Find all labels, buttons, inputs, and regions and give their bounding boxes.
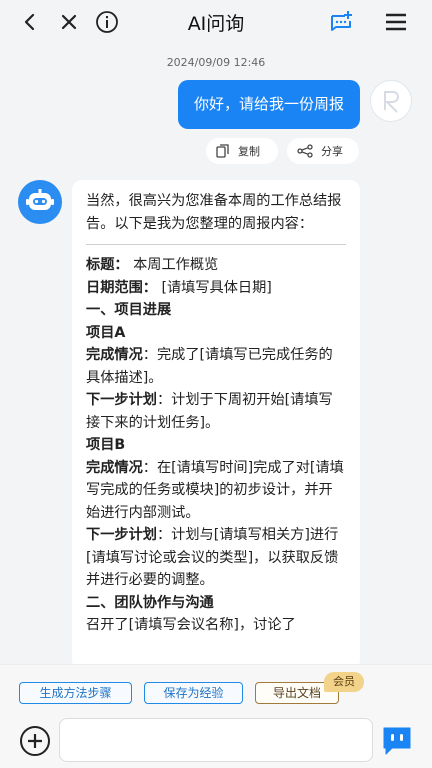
save-experience-button[interactable]: 保存为经验 [144, 682, 243, 704]
new-chat-icon[interactable] [328, 9, 354, 35]
info-icon[interactable] [95, 10, 119, 34]
report-line: 一、项目进展 [86, 299, 346, 322]
copy-label: 复制 [238, 145, 260, 158]
report-line: 召开了[请填写会议名称]，讨论了 [86, 614, 346, 637]
share-icon [297, 144, 313, 158]
report-line-heading: 完成情况 [86, 347, 143, 363]
robot-icon [26, 189, 54, 210]
report-content: 标题： 本周工作概览 日期范围： [请填写具体日期] 一、项目进展 项目A 完成情况：完… [86, 254, 346, 637]
bot-intro-text: 当然，很高兴为您准备本周的工作总结报告。以下是我为您整理的周报内容： [86, 193, 342, 232]
generate-steps-button[interactable]: 生成方法步骤 [19, 682, 132, 704]
divider [86, 244, 346, 245]
report-line-heading: 下一步计划 [86, 527, 157, 543]
report-line: 完成情况：完成了[请填写已完成任务的具体描述]。 [86, 344, 346, 389]
copy-button[interactable]: 复制 [206, 138, 278, 164]
message-timestamp: 2024/09/09 12:46 [166, 56, 266, 69]
copy-icon [216, 144, 229, 158]
user-message-bubble: 你好，请给我一份周报 [177, 80, 360, 129]
report-line: 下一步计划：计划于下周初开始[请填写接下来的计划任务]。 [86, 389, 346, 434]
report-line-heading: 一、项目进展 [86, 302, 172, 318]
vip-badge: 会员 [324, 672, 364, 692]
report-line: 项目A [86, 322, 346, 345]
add-attachment-button[interactable] [19, 725, 51, 757]
menu-icon[interactable] [384, 10, 408, 34]
user-avatar [370, 80, 412, 122]
top-bar: AI问询 [0, 0, 432, 44]
report-line: 日期范围： [请填写具体日期] [86, 277, 346, 300]
chat-send-icon [383, 727, 411, 755]
report-line-heading: 项目A [86, 324, 126, 341]
report-line: 二、团队协作与沟通 [86, 592, 346, 615]
report-line-heading: 下一步计划 [86, 392, 157, 408]
send-button[interactable] [380, 723, 414, 757]
report-line: 下一步计划：计划与[请填写相关方]进行[请填写讨论或会议的类型]，以获取反馈并进… [86, 524, 346, 592]
report-line: 标题： 本周工作概览 [86, 254, 346, 277]
share-button[interactable]: 分享 [287, 138, 359, 164]
share-label: 分享 [321, 145, 343, 158]
bot-message-bubble: 当然，很高兴为您准备本周的工作总结报告。以下是我为您整理的周报内容： 标题： 本… [72, 180, 360, 670]
report-line-heading: 完成情况 [86, 459, 143, 476]
report-line: 项目B [86, 434, 346, 457]
report-line-heading: 日期范围： [86, 279, 157, 296]
report-line-text: 本周工作概览 [128, 257, 219, 273]
plus-circle-icon [20, 726, 50, 756]
report-line: 完成情况：在[请填写时间]完成了对[请填写完成的任务或模块]的初步设计，并开始进… [86, 457, 346, 525]
report-line-heading: 二、团队协作与沟通 [86, 594, 214, 611]
report-line-heading: 标题： [86, 257, 129, 273]
report-line-text: 召开了[请填写会议名称]，讨论了 [86, 617, 296, 633]
report-line-heading: 项目B [86, 437, 126, 453]
message-input[interactable] [59, 718, 373, 762]
report-line-text: [请填写具体日期] [156, 279, 272, 296]
bot-avatar [18, 180, 62, 224]
close-icon[interactable] [57, 10, 81, 34]
back-icon[interactable] [18, 10, 42, 34]
